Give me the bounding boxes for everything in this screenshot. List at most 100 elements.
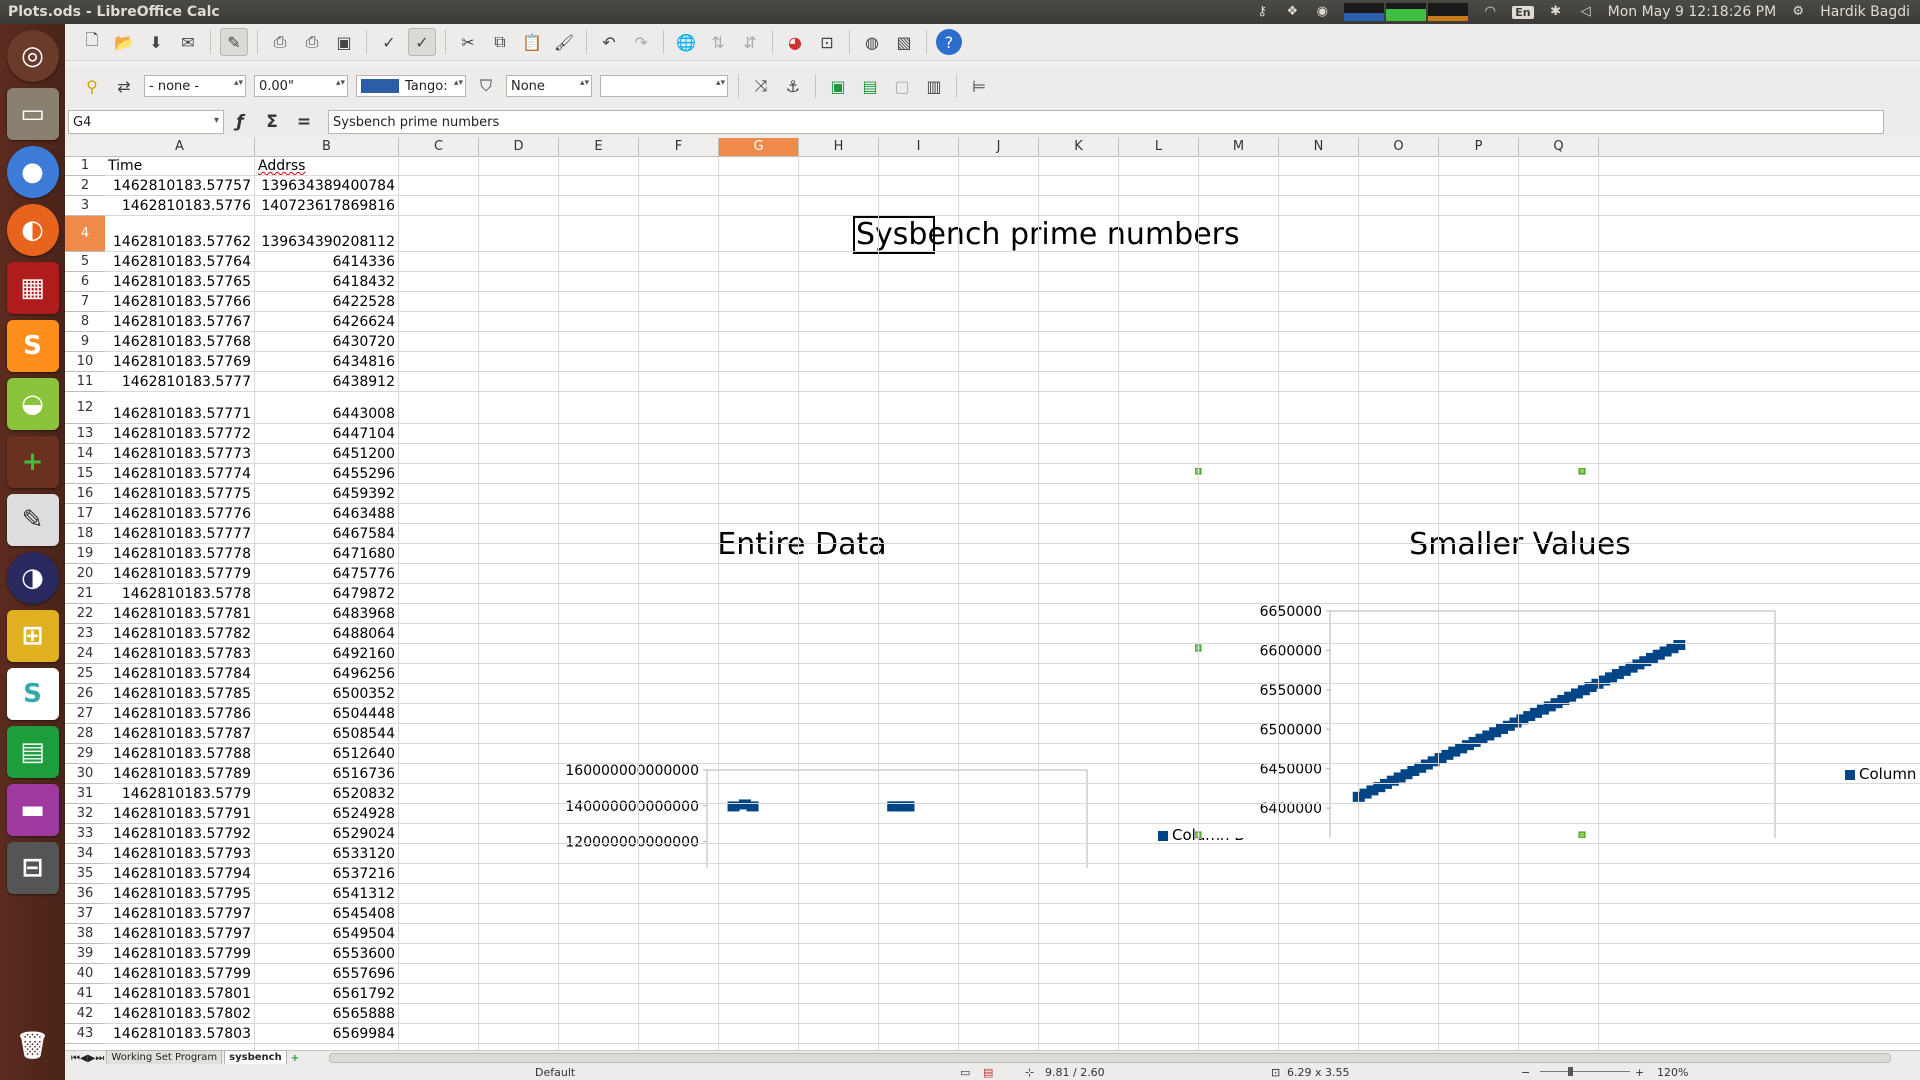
pivot-table-icon[interactable]: ⊡ <box>814 29 840 55</box>
cell-b8[interactable]: 6426624 <box>255 314 395 330</box>
cell-b41[interactable]: 6561792 <box>255 986 395 1002</box>
cell-b27[interactable]: 6504448 <box>255 706 395 722</box>
signature-icon[interactable]: ▤ <box>983 1066 993 1079</box>
row-header-35[interactable]: 35 <box>65 864 105 884</box>
column-header-m[interactable]: M <box>1199 138 1279 156</box>
row-header-21[interactable]: 21 <box>65 584 105 604</box>
data-point[interactable] <box>1673 640 1686 651</box>
cell-b22[interactable]: 6483968 <box>255 606 395 622</box>
align-icon[interactable]: ⊨ <box>966 73 992 99</box>
sublime-text-icon[interactable]: S <box>6 320 59 372</box>
row-header-27[interactable]: 27 <box>65 704 105 724</box>
wifi-icon[interactable]: ◠ <box>1482 4 1498 20</box>
impress-icon[interactable]: ▬ <box>6 784 59 836</box>
workspace-switcher-icon[interactable]: ⊟ <box>6 842 59 894</box>
area-fill-select[interactable]: ▴▾ <box>600 75 728 97</box>
calculator-icon[interactable]: + <box>6 436 59 488</box>
cell-b34[interactable]: 6533120 <box>255 846 395 862</box>
cell-a28[interactable]: 1462810183.57787 <box>105 726 251 742</box>
row-header-36[interactable]: 36 <box>65 884 105 904</box>
cell-a2[interactable]: 1462810183.57757 <box>105 178 251 194</box>
cell-b24[interactable]: 6492160 <box>255 646 395 662</box>
row-header-19[interactable]: 19 <box>65 544 105 564</box>
column-header-p[interactable]: P <box>1439 138 1519 156</box>
cell-a25[interactable]: 1462810183.57784 <box>105 666 251 682</box>
cell-b32[interactable]: 6524928 <box>255 806 395 822</box>
cell-a21[interactable]: 1462810183.5778 <box>105 586 251 602</box>
selection-handle[interactable] <box>1578 468 1586 475</box>
redo-icon[interactable]: ↷ <box>628 29 654 55</box>
row-header-41[interactable]: 41 <box>65 984 105 1004</box>
row-header-37[interactable]: 37 <box>65 904 105 924</box>
selection-handle[interactable] <box>1578 831 1586 838</box>
cell-b6[interactable]: 6418432 <box>255 274 395 290</box>
sort-descending-icon[interactable]: ⇵ <box>737 29 763 55</box>
cell-a16[interactable]: 1462810183.57775 <box>105 486 251 502</box>
column-header-f[interactable]: F <box>639 138 719 156</box>
cell-a11[interactable]: 1462810183.5777 <box>105 374 251 390</box>
settings-gear-icon[interactable]: ⚙ <box>1790 4 1806 20</box>
calc-icon[interactable]: ▤ <box>6 726 59 778</box>
dropbox-icon[interactable]: ❖ <box>1284 4 1300 20</box>
cell-a13[interactable]: 1462810183.57772 <box>105 426 251 442</box>
row-header-28[interactable]: 28 <box>65 724 105 744</box>
help-icon[interactable]: ? <box>936 29 962 55</box>
cell-a33[interactable]: 1462810183.57792 <box>105 826 251 842</box>
area-style-select[interactable]: None ▴▾ <box>506 75 592 97</box>
cell-b5[interactable]: 6414336 <box>255 254 395 270</box>
cell-b35[interactable]: 6537216 <box>255 866 395 882</box>
cell-b29[interactable]: 6512640 <box>255 746 395 762</box>
row-header-12[interactable]: 12 <box>65 392 105 424</box>
cell-b25[interactable]: 6496256 <box>255 666 395 682</box>
zoom-out-icon[interactable]: − <box>1521 1066 1530 1079</box>
language-indicator[interactable]: En <box>1512 5 1534 19</box>
user-name[interactable]: Hardik Bagdi <box>1820 4 1910 20</box>
cell-a10[interactable]: 1462810183.57769 <box>105 354 251 370</box>
page-style[interactable]: Default <box>535 1066 575 1079</box>
cell-b15[interactable]: 6455296 <box>255 466 395 482</box>
column-header-n[interactable]: N <box>1279 138 1359 156</box>
cell-a30[interactable]: 1462810183.57789 <box>105 766 251 782</box>
cell-b26[interactable]: 6500352 <box>255 686 395 702</box>
column-header-q[interactable]: Q <box>1519 138 1599 156</box>
copy-icon[interactable]: ⧉ <box>487 29 513 55</box>
row-header-8[interactable]: 8 <box>65 312 105 332</box>
cell-a31[interactable]: 1462810183.5779 <box>105 786 251 802</box>
row-header-4[interactable]: 4 <box>65 216 105 252</box>
cell-b23[interactable]: 6488064 <box>255 626 395 642</box>
cell-b14[interactable]: 6451200 <box>255 446 395 462</box>
cell-b9[interactable]: 6430720 <box>255 334 395 350</box>
android-studio-icon[interactable]: ◒ <box>6 378 59 430</box>
anchor-bulb-icon[interactable]: ⚲ <box>79 73 105 99</box>
row-header-1[interactable]: 1 <box>65 156 105 176</box>
row-header-10[interactable]: 10 <box>65 352 105 372</box>
cell-b37[interactable]: 6545408 <box>255 906 395 922</box>
cell-b21[interactable]: 6479872 <box>255 586 395 602</box>
chevron-down-icon[interactable]: ▾ <box>214 115 219 126</box>
files-icon[interactable]: ▭ <box>6 88 59 140</box>
cell-b10[interactable]: 6434816 <box>255 354 395 370</box>
cell-a34[interactable]: 1462810183.57793 <box>105 846 251 862</box>
trash-icon[interactable]: 🗑 <box>7 1020 59 1072</box>
cell-a1[interactable]: Time <box>108 158 142 174</box>
cell-a14[interactable]: 1462810183.57773 <box>105 446 251 462</box>
open-icon[interactable]: 📂 <box>111 29 137 55</box>
insert-chart-icon[interactable]: ◕ <box>782 29 808 55</box>
row-header-16[interactable]: 16 <box>65 484 105 504</box>
cell-a7[interactable]: 1462810183.57766 <box>105 294 251 310</box>
system-monitor[interactable] <box>1344 3 1469 21</box>
to-foreground-icon[interactable]: ▢ <box>889 73 915 99</box>
zoom-slider-handle[interactable] <box>1568 1067 1573 1076</box>
cell-a3[interactable]: 1462810183.5776 <box>105 198 251 214</box>
row-header-31[interactable]: 31 <box>65 784 105 804</box>
row-header-3[interactable]: 3 <box>65 196 105 216</box>
row-header-42[interactable]: 42 <box>65 1004 105 1024</box>
cell-b38[interactable]: 6549504 <box>255 926 395 942</box>
cell-a37[interactable]: 1462810183.57797 <box>105 906 251 922</box>
to-background-icon[interactable]: ▥ <box>921 73 947 99</box>
horizontal-scrollbar[interactable] <box>329 1053 1892 1063</box>
slack-icon[interactable]: S <box>6 668 59 720</box>
gallery-icon[interactable]: ▧ <box>891 29 917 55</box>
cell-b31[interactable]: 6520832 <box>255 786 395 802</box>
name-box[interactable]: G4 ▾ <box>68 110 224 134</box>
